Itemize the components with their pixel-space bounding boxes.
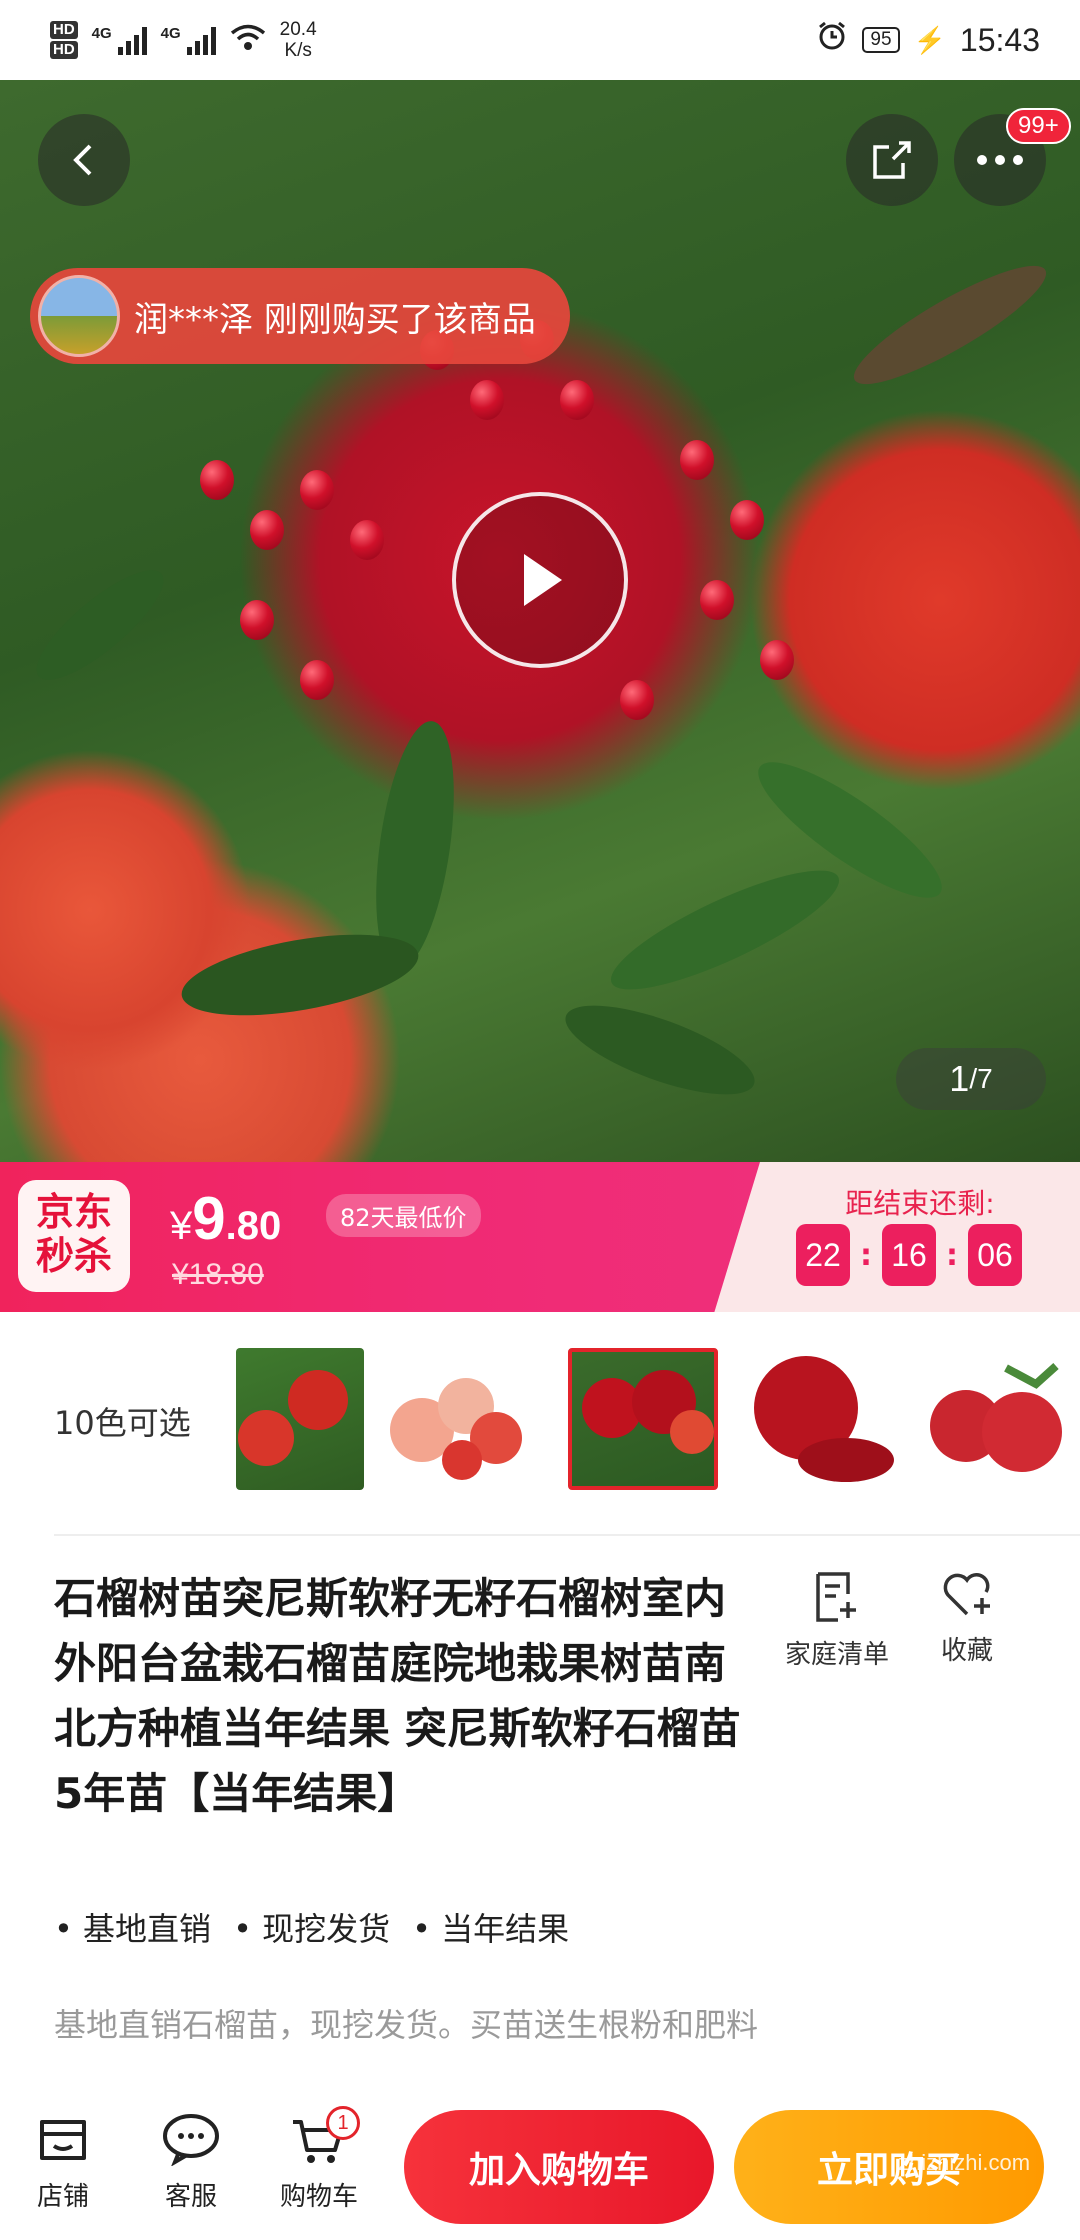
wifi-icon bbox=[230, 24, 266, 56]
flash-sale-banner: 京东 秒杀 ¥9.80 82天最低价 ¥18.80 距结束还剩: 22 : 16… bbox=[0, 1162, 1080, 1312]
pager-total: /7 bbox=[969, 1063, 993, 1094]
list-add-icon bbox=[816, 1572, 856, 1622]
tag-text: 现挖发货 bbox=[262, 1910, 391, 1948]
store-tab[interactable]: 店铺 bbox=[8, 2112, 118, 2213]
clock: 15:43 bbox=[959, 21, 1040, 58]
product-title: 石榴树苗突尼斯软籽无籽石榴树室内外阳台盆栽石榴苗庭院地栽果树苗南北方种植当年结果… bbox=[54, 1574, 741, 1818]
product-tags: • 基地直销 • 现挖发货 • 当年结果 bbox=[54, 1904, 569, 1950]
signal-icon-2: 4G bbox=[161, 25, 216, 55]
cart-tab[interactable]: 购物车 1 bbox=[264, 2106, 374, 2213]
price-decimal: .80 bbox=[225, 1204, 282, 1248]
cart-label: 购物车 bbox=[279, 2182, 358, 2212]
logo-line2: 秒杀 bbox=[35, 1234, 112, 1278]
countdown-separator: : bbox=[860, 1237, 872, 1273]
back-arrow-icon bbox=[73, 144, 92, 176]
lowest-price-badge: 82天最低价 bbox=[326, 1194, 481, 1237]
sim2-label: HD bbox=[50, 41, 78, 59]
recent-purchase-notice: 润***泽 刚刚购买了该商品 bbox=[30, 268, 570, 364]
net-speed-unit: K/s bbox=[284, 40, 312, 61]
family-list-button[interactable]: 家庭清单 bbox=[772, 1570, 902, 1671]
currency-symbol: ¥ bbox=[170, 1204, 193, 1248]
play-video-button[interactable] bbox=[452, 492, 628, 668]
variant-thumb-1[interactable] bbox=[236, 1348, 364, 1490]
variant-thumb-2[interactable] bbox=[386, 1348, 536, 1490]
logo-line1: 京东 bbox=[35, 1190, 112, 1234]
countdown-seconds: 06 bbox=[968, 1224, 1022, 1286]
status-bar: HD HD 4G 4G 20.4 K/s 95 ⚡ 15:43 bbox=[0, 0, 1080, 80]
countdown-label: 距结束还剩: bbox=[845, 1187, 995, 1220]
sim-indicator: HD HD bbox=[50, 20, 78, 60]
cart-count-badge: 1 bbox=[326, 2106, 360, 2140]
store-icon bbox=[40, 2120, 86, 2160]
price-integer: 9 bbox=[192, 1185, 226, 1252]
net-speed: 20.4 K/s bbox=[280, 19, 317, 61]
network-type-label-2: 4G bbox=[160, 25, 181, 42]
chat-icon bbox=[163, 2114, 219, 2166]
countdown-hours: 22 bbox=[796, 1224, 850, 1286]
section-divider bbox=[54, 1534, 1080, 1536]
share-button[interactable] bbox=[846, 114, 938, 206]
product-description: 基地直销石榴苗，现挖发货。买苗送生根粉和肥料 bbox=[54, 2006, 759, 2044]
sim1-label: HD bbox=[50, 21, 78, 39]
battery-level: 95 bbox=[862, 27, 900, 53]
favorite-label: 收藏 bbox=[940, 1636, 993, 1666]
tag-text: 基地直销 bbox=[83, 1910, 212, 1948]
back-button[interactable] bbox=[38, 114, 130, 206]
heart-add-icon bbox=[943, 1573, 990, 1616]
jd-flash-sale-logo: 京东 秒杀 bbox=[18, 1180, 130, 1292]
variant-thumb-5[interactable] bbox=[926, 1348, 1076, 1490]
notification-badge: 99+ bbox=[1006, 108, 1071, 144]
tag-text: 当年结果 bbox=[441, 1910, 570, 1948]
pager-current: 1 bbox=[949, 1058, 970, 1099]
countdown-timer: 22 : 16 : 06 bbox=[796, 1224, 1022, 1286]
network-type-label: 4G bbox=[91, 25, 112, 42]
countdown-separator: : bbox=[946, 1237, 958, 1273]
tag-item: • 当年结果 bbox=[412, 1910, 570, 1948]
recent-purchase-text: 润***泽 刚刚购买了该商品 bbox=[134, 299, 536, 340]
alarm-icon bbox=[816, 20, 848, 60]
favorite-button[interactable]: 收藏 bbox=[902, 1570, 1032, 1667]
play-icon bbox=[524, 554, 562, 606]
original-price: ¥18.80 bbox=[172, 1258, 264, 1291]
variant-thumb-3-selected[interactable] bbox=[568, 1348, 718, 1490]
tag-item: • 基地直销 bbox=[54, 1910, 212, 1948]
variant-count-label: 10色可选 bbox=[54, 1404, 191, 1442]
net-speed-value: 20.4 bbox=[279, 19, 317, 40]
add-to-cart-button[interactable]: 加入购物车 bbox=[404, 2110, 714, 2224]
customer-service-label: 客服 bbox=[164, 2182, 217, 2212]
charging-icon: ⚡ bbox=[913, 24, 946, 55]
tag-item: • 现挖发货 bbox=[233, 1910, 391, 1948]
share-icon bbox=[873, 141, 911, 179]
countdown-minutes: 16 bbox=[882, 1224, 936, 1286]
variant-thumb-4[interactable] bbox=[746, 1348, 906, 1490]
watermark: zhizhizhi.com bbox=[898, 2150, 1031, 2175]
signal-icon: 4G bbox=[92, 25, 147, 55]
variant-selector: 10色可选 bbox=[0, 1340, 1080, 1500]
image-pager: 1 /7 bbox=[896, 1048, 1046, 1110]
family-list-label: 家庭清单 bbox=[784, 1640, 889, 1670]
sale-price: ¥9.80 bbox=[170, 1184, 281, 1253]
buyer-avatar bbox=[38, 275, 120, 357]
store-label: 店铺 bbox=[36, 2182, 89, 2212]
product-image-carousel[interactable]: 润***泽 刚刚购买了该商品 1 /7 bbox=[0, 80, 1080, 1162]
customer-service-tab[interactable]: 客服 bbox=[136, 2112, 246, 2213]
more-dots-icon bbox=[977, 155, 1023, 165]
